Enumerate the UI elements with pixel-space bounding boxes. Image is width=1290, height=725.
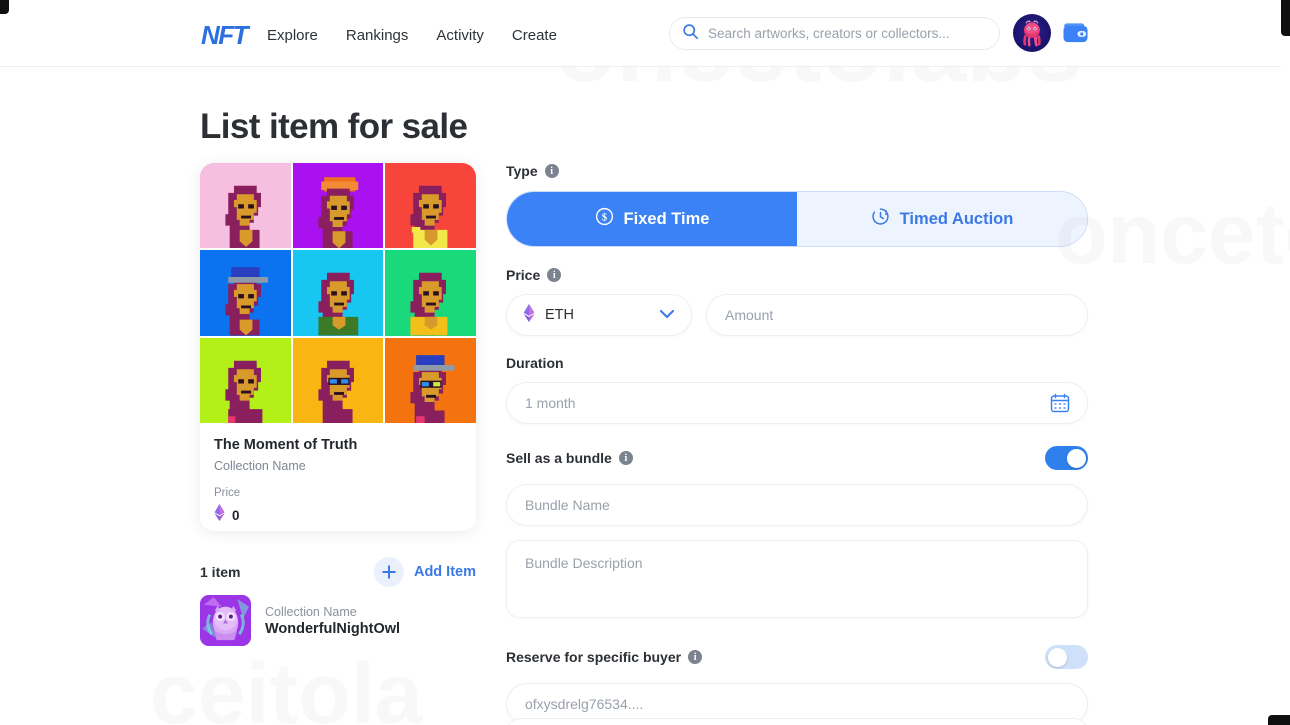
nav-item-rankings[interactable]: Rankings [346,25,409,46]
reserve-label: Reserve for specific buyer [506,649,682,665]
toggle-knob [1047,647,1067,667]
duration-label: Duration [506,355,564,371]
items-header: 1 item Add Item [200,557,476,587]
next-field-partial[interactable] [506,718,1088,725]
owl-thumbnail-icon [200,595,251,646]
nft-grid-cell [200,337,291,423]
type-option-label: Fixed Time [623,209,710,228]
user-avatar[interactable] [1013,14,1051,52]
svg-text:$: $ [601,212,606,223]
info-icon[interactable]: i [618,451,633,465]
nft-grid-cell [385,163,476,249]
window-corner-bottom-right [1268,715,1290,725]
info-icon[interactable]: i [547,268,562,282]
item-count-label: 1 item [200,564,241,580]
duration-block: Duration [506,355,1088,424]
item-text-block: Collection Name WonderfulNightOwl [265,605,400,637]
reserve-toggle[interactable] [1045,645,1088,669]
item-collection-name: Collection Name [265,604,357,619]
listing-form: Type i $ Fixed Time Timed Auction Price … [506,163,1088,725]
currency-select[interactable]: ETH [506,294,692,336]
type-toggle-group: $ Fixed Time Timed Auction [506,191,1088,247]
nft-grid-cell [200,163,291,249]
nft-title: The Moment of Truth [214,437,358,453]
nft-price-row: 0 [214,504,462,526]
nft-card-info: The Moment of Truth Collection Name Pric… [200,423,476,526]
nft-preview-card[interactable]: The Moment of Truth Collection Name Pric… [200,163,476,531]
nft-collection-name: Collection Name [214,459,306,473]
type-label: Type [506,163,538,179]
wallet-button[interactable] [1062,20,1089,45]
item-thumbnail [200,595,251,646]
octopus-avatar-icon [1023,20,1041,47]
nft-price-label: Price [214,487,241,499]
search-input[interactable]: Search artworks, creators or collectors.… [708,26,950,41]
bundle-toggle-row: Sell as a bundle i [506,446,1088,470]
calendar-icon[interactable] [1050,393,1070,418]
add-item-button[interactable]: Add Item [373,557,476,587]
price-row: ETH [506,294,1088,336]
currency-value: ETH [545,307,574,323]
site-logo[interactable]: NFT [201,20,249,51]
nav-item-create[interactable]: Create [512,25,557,46]
nav-item-explore[interactable]: Explore [267,25,318,46]
bundle-name-input[interactable] [506,484,1088,526]
type-option-fixed-time[interactable]: $ Fixed Time [507,192,797,246]
clock-icon [871,207,890,231]
bundle-description-input[interactable] [506,540,1088,618]
main-navigation: Explore Rankings Activity Create [267,25,557,46]
type-option-timed-auction[interactable]: Timed Auction [797,192,1087,246]
price-block: Price i ETH [506,267,1088,336]
reserve-toggle-row: Reserve for specific buyer i [506,645,1088,669]
nav-item-activity[interactable]: Activity [436,25,484,46]
wallet-icon [1063,23,1088,43]
watermark: ceitola [150,646,423,725]
type-label-row: Type i [506,163,1088,179]
item-name: WonderfulNightOwl [265,620,401,637]
nft-grid-cell [292,163,384,249]
nft-price-value: 0 [232,507,240,523]
nft-grid-cell [385,250,476,336]
info-icon[interactable]: i [544,164,559,178]
window-corner-top-right [1281,0,1290,36]
nft-grid-cell [385,337,476,423]
duration-input[interactable] [506,382,1088,424]
price-amount-input[interactable] [706,294,1088,336]
ethereum-icon [214,504,225,526]
search-icon [682,23,699,45]
search-bar[interactable]: Search artworks, creators or collectors.… [669,17,1000,50]
nft-grid-cell [200,250,291,336]
site-header: NFT Explore Rankings Activity Create Sea… [0,0,1281,67]
price-label-row: Price i [506,267,1088,283]
plus-icon [373,557,404,587]
bundle-label: Sell as a bundle [506,450,612,466]
add-item-label: Add Item [413,564,476,580]
reserve-label-row: Reserve for specific buyer i [506,649,703,665]
price-label: Price [506,267,541,283]
duration-label-row: Duration [506,355,1088,371]
nft-image-grid [200,163,476,423]
bundle-label-row: Sell as a bundle i [506,450,633,466]
chevron-down-icon [659,306,675,324]
toggle-knob [1066,448,1086,468]
window-corner-top-left [0,0,9,14]
page-title: List item for sale [200,107,468,146]
ethereum-icon [523,303,535,327]
bundle-toggle[interactable] [1045,446,1088,470]
watermark: oncetolabs [1055,186,1290,282]
list-item[interactable]: Collection Name WonderfulNightOwl [200,595,400,646]
nft-grid-cell [292,250,384,336]
info-icon[interactable]: i [688,650,703,664]
dollar-circle-icon: $ [595,207,614,231]
type-option-label: Timed Auction [899,209,1014,228]
nft-grid-cell [292,337,384,423]
